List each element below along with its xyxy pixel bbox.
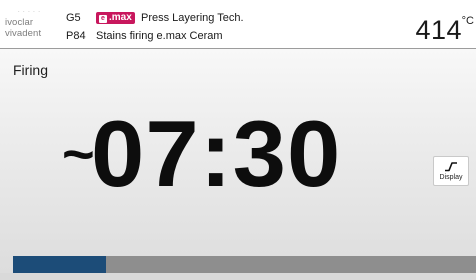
firing-panel: Firing ~07:30 Display [0,49,476,280]
program-name: Stains firing e.max Ceram [96,30,223,42]
display-button[interactable]: Display [433,156,469,186]
emax-e-icon: e [99,15,107,23]
logo-line-1: ivoclar [5,17,34,28]
temperature-unit: °C [461,15,474,27]
step-curve-icon [445,162,457,172]
group-code: G5 [66,12,81,24]
timer-value: 07:30 [90,101,342,206]
remaining-time: ~07:30 [62,104,340,204]
temperature-readout: 414 [415,15,462,45]
program-code: P84 [66,30,86,42]
bottom-strip [0,273,476,280]
logo-dots: · · · · · [18,9,41,15]
emax-badge-text: .max [109,12,132,23]
logo-line-2: vivadent [5,28,42,39]
process-status: Firing [13,62,49,78]
ivoclar-vivadent-logo: · · · · · ivoclar vivadent [5,10,57,42]
layering-title: Press Layering Tech. [141,12,244,24]
display-button-label: Display [439,174,463,181]
emax-brand-badge: e .max [96,12,135,24]
firing-progress-bar [13,256,476,273]
timer-approx-sign: ~ [62,122,95,185]
header-bar: · · · · · ivoclar vivadent G5 e .max Pres… [0,0,476,49]
furnace-screen: · · · · · ivoclar vivadent G5 e .max Pres… [0,0,476,280]
progress-fill [13,256,106,273]
